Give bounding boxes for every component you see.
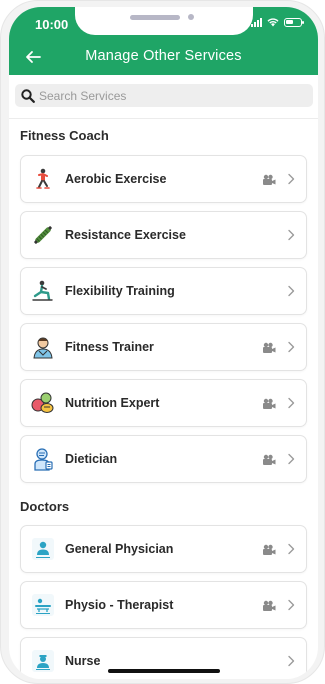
app-header: 10:00 Manage Other Services bbox=[9, 7, 318, 75]
service-label: General Physician bbox=[65, 542, 174, 556]
service-label: Fitness Trainer bbox=[65, 340, 154, 354]
resistance-band-icon bbox=[34, 226, 52, 244]
screen: 10:00 Manage Other Services Search Servi… bbox=[9, 7, 318, 679]
search-divider bbox=[9, 118, 318, 119]
status-bar: 10:00 bbox=[9, 7, 318, 41]
chevron-right-icon bbox=[288, 599, 295, 611]
wifi-icon bbox=[267, 18, 279, 27]
physiotherapist-icon bbox=[32, 594, 54, 616]
service-label: Flexibility Training bbox=[65, 284, 175, 298]
service-item-dietician[interactable]: Dietician bbox=[20, 435, 307, 483]
video-camera-icon[interactable] bbox=[262, 342, 276, 354]
page-title: Manage Other Services bbox=[85, 48, 242, 64]
service-label: Dietician bbox=[65, 452, 118, 466]
section-title-fitness-coach: Fitness Coach bbox=[20, 128, 109, 143]
chevron-right-icon bbox=[288, 543, 295, 555]
notch bbox=[75, 7, 253, 35]
status-icons bbox=[251, 18, 304, 27]
home-indicator[interactable] bbox=[108, 669, 220, 673]
section-title-doctors: Doctors bbox=[20, 499, 70, 514]
service-item-fitness-trainer[interactable]: Fitness Trainer bbox=[20, 323, 307, 371]
service-item-flexibility-training[interactable]: Flexibility Training bbox=[20, 267, 307, 315]
speaker bbox=[130, 15, 180, 20]
search-input[interactable] bbox=[39, 88, 279, 103]
service-label: Physio - Therapist bbox=[65, 598, 174, 612]
nurse-icon bbox=[32, 650, 54, 672]
video-camera-icon[interactable] bbox=[262, 398, 276, 410]
search-icon bbox=[21, 88, 35, 103]
chevron-right-icon bbox=[288, 453, 295, 465]
service-label: Resistance Exercise bbox=[65, 228, 186, 242]
front-camera bbox=[188, 14, 194, 20]
dietician-icon bbox=[34, 448, 53, 471]
chevron-right-icon bbox=[288, 397, 295, 409]
aerobic-icon bbox=[36, 168, 50, 189]
nav-row: Manage Other Services bbox=[9, 45, 318, 69]
chevron-right-icon bbox=[288, 285, 295, 297]
chevron-right-icon bbox=[288, 229, 295, 241]
service-label: Nutrition Expert bbox=[65, 396, 160, 410]
phone-frame: 10:00 Manage Other Services Search Servi… bbox=[0, 0, 325, 684]
chevron-right-icon bbox=[288, 655, 295, 667]
video-camera-icon[interactable] bbox=[262, 454, 276, 466]
video-camera-icon[interactable] bbox=[262, 174, 276, 186]
nutrition-icon bbox=[31, 392, 54, 413]
video-camera-icon[interactable] bbox=[262, 544, 276, 556]
battery-icon bbox=[284, 18, 304, 27]
service-item-resistance-exercise[interactable]: Resistance Exercise bbox=[20, 211, 307, 259]
service-label: Aerobic Exercise bbox=[65, 172, 167, 186]
service-item-general-physician[interactable]: General Physician bbox=[20, 525, 307, 573]
service-item-aerobic-exercise[interactable]: Aerobic Exercise bbox=[20, 155, 307, 203]
service-label: Nurse bbox=[65, 654, 101, 668]
signal-icon bbox=[251, 18, 262, 27]
service-item-physio-therapist[interactable]: Physio - Therapist bbox=[20, 581, 307, 629]
chevron-right-icon bbox=[288, 341, 295, 353]
physician-icon bbox=[32, 538, 54, 560]
status-time: 10:00 bbox=[35, 17, 69, 32]
trainer-icon bbox=[33, 337, 53, 359]
service-item-nutrition-expert[interactable]: Nutrition Expert bbox=[20, 379, 307, 427]
chevron-right-icon bbox=[288, 173, 295, 185]
stretching-icon bbox=[32, 280, 53, 301]
video-camera-icon[interactable] bbox=[262, 600, 276, 612]
search-bar[interactable] bbox=[15, 84, 313, 107]
